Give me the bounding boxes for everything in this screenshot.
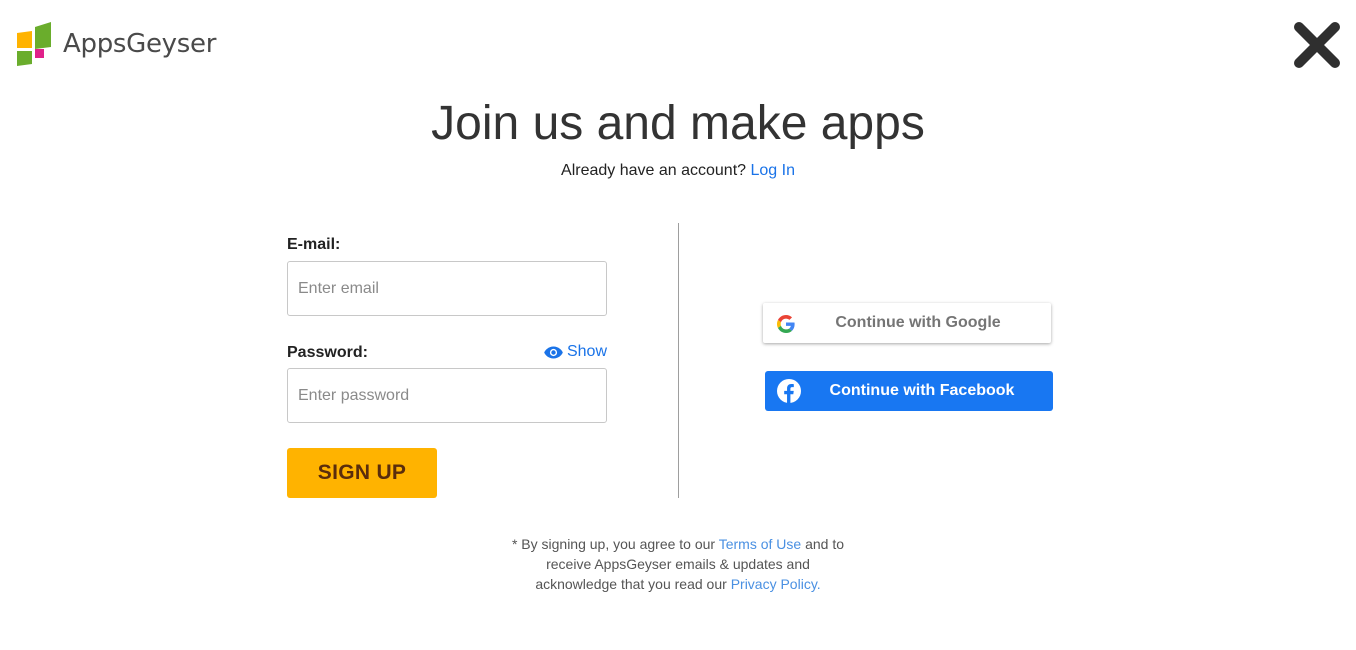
disclaimer-line-1: * By signing up, you agree to our Terms … — [0, 534, 1356, 554]
login-prompt-text: Already have an account? — [561, 162, 747, 179]
brand-name: AppsGeyser — [63, 28, 217, 59]
eye-icon — [544, 346, 563, 358]
show-label: Show — [566, 343, 607, 360]
terms-of-use-link[interactable]: Terms of Use — [719, 536, 801, 552]
terms-disclaimer: * By signing up, you agree to our Terms … — [0, 534, 1356, 594]
disclaimer-line-3: acknowledge that you read our Privacy Po… — [0, 574, 1356, 594]
disclaimer-line-2: receive AppsGeyser emails & updates and — [546, 556, 810, 572]
close-button[interactable] — [1290, 18, 1344, 72]
close-icon — [1294, 22, 1340, 68]
password-label: Password: — [287, 344, 368, 361]
brand-logo[interactable]: AppsGeyser — [17, 21, 216, 66]
disclaimer-text: and to — [805, 536, 845, 552]
facebook-signin-button[interactable]: Continue with Facebook — [765, 371, 1053, 411]
login-link[interactable]: Log In — [750, 162, 794, 179]
facebook-button-label: Continue with Facebook — [829, 382, 1015, 399]
google-signin-button[interactable]: Continue with Google — [763, 303, 1051, 343]
show-password-toggle[interactable]: Show — [544, 343, 607, 361]
login-prompt: Already have an account? Log In — [0, 162, 1356, 180]
disclaimer-text: * By signing up, you agree to our — [511, 536, 716, 552]
email-field[interactable] — [287, 261, 607, 316]
appsgeyser-logo-icon — [17, 22, 51, 66]
password-field[interactable] — [287, 368, 607, 423]
divider — [678, 223, 679, 498]
signup-button[interactable]: SIGN UP — [287, 448, 437, 498]
google-icon — [777, 315, 795, 333]
page-title: Join us and make apps — [431, 97, 925, 150]
facebook-icon — [777, 379, 801, 403]
google-button-label: Continue with Google — [835, 314, 1001, 331]
privacy-policy-link[interactable]: Privacy Policy. — [731, 576, 821, 592]
email-label: E-mail: — [287, 236, 341, 253]
disclaimer-text: acknowledge that you read our — [535, 576, 727, 592]
